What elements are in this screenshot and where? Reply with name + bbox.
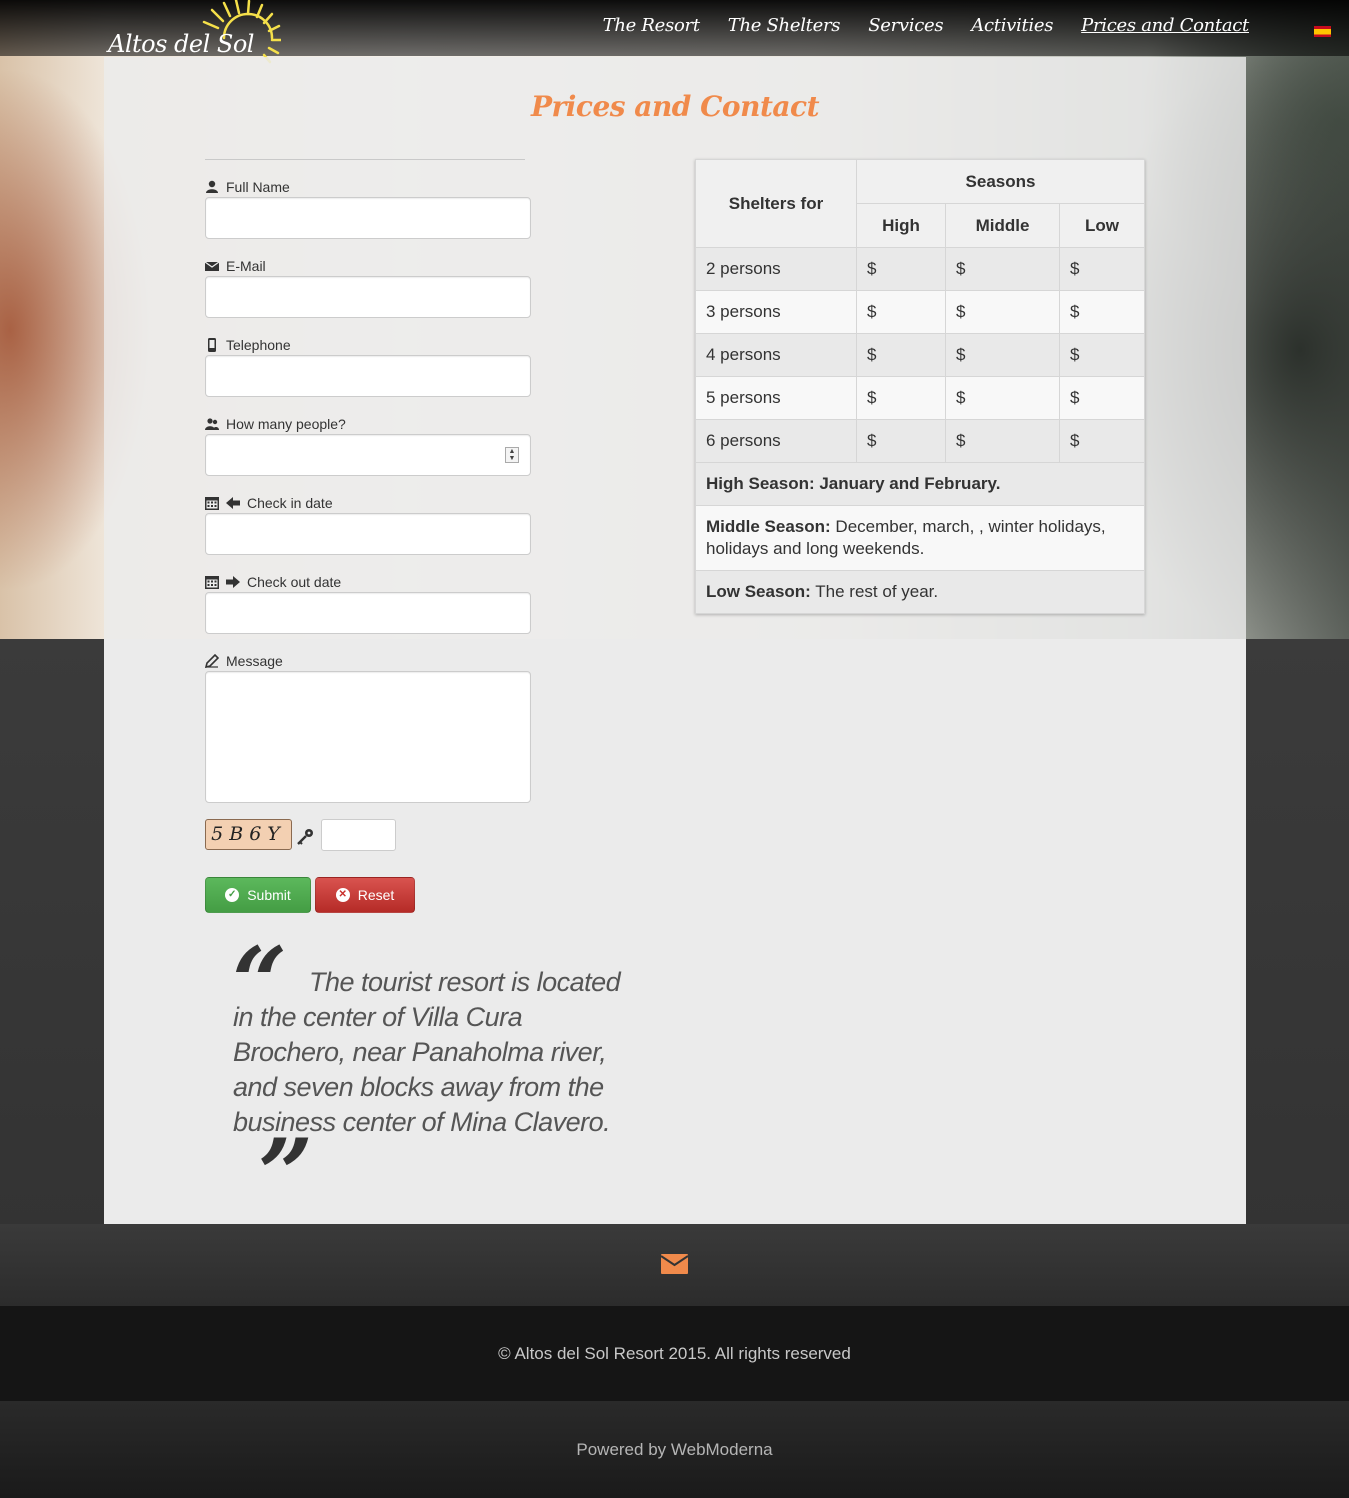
price-low: $ xyxy=(1059,333,1145,377)
price-middle: $ xyxy=(945,290,1060,334)
check-circle-icon: ✓ xyxy=(225,888,240,902)
table-row: 4 persons $ $ $ xyxy=(695,333,1145,377)
full-name-group: Full Name xyxy=(205,177,531,239)
main-nav: The Resort The Shelters Services Activit… xyxy=(603,10,1250,40)
arrow-left-icon xyxy=(226,497,240,509)
phone-icon xyxy=(208,338,216,352)
middle-season-note: Middle Season: December, march, , winter… xyxy=(695,505,1145,571)
people-input[interactable] xyxy=(205,434,531,476)
close-quote-icon: ” xyxy=(258,1118,314,1231)
col-low-header: Low xyxy=(1059,203,1145,248)
nav-item-resort[interactable]: The Resort xyxy=(603,15,700,36)
telephone-label: Telephone xyxy=(205,335,531,355)
row-label: 3 persons xyxy=(695,290,857,334)
message-label: Message xyxy=(205,651,531,671)
quote-text: The tourist resort is located in the cen… xyxy=(233,967,621,1137)
telephone-group: Telephone xyxy=(205,335,531,397)
captcha-input[interactable] xyxy=(321,819,396,851)
checkin-group: Check in date xyxy=(205,493,531,555)
full-name-label: Full Name xyxy=(205,177,531,197)
nav-item-shelters[interactable]: The Shelters xyxy=(728,15,841,36)
checkout-input[interactable] xyxy=(205,592,531,634)
message-group: Message xyxy=(205,651,531,803)
pencil-icon xyxy=(205,654,219,668)
price-middle: $ xyxy=(945,247,1060,291)
price-high: $ xyxy=(856,333,946,377)
middle-season-row: Middle Season: December, march, , winter… xyxy=(695,505,1145,571)
price-table: Shelters for Seasons High Middle Low 2 p… xyxy=(695,159,1145,614)
price-middle: $ xyxy=(945,376,1060,420)
envelope-icon xyxy=(205,261,219,271)
spanish-flag-icon[interactable] xyxy=(1314,26,1331,37)
email-group: E-Mail xyxy=(205,256,531,318)
price-high: $ xyxy=(856,247,946,291)
user-icon xyxy=(206,180,218,193)
price-high: $ xyxy=(856,419,946,463)
message-textarea[interactable] xyxy=(205,671,531,803)
people-group: How many people? ▲ ▼ xyxy=(205,414,531,476)
key-icon xyxy=(297,829,313,845)
email-input[interactable] xyxy=(205,276,531,318)
col-shelters-header: Shelters for xyxy=(695,159,857,248)
low-season-row: Low Season: The rest of year. xyxy=(695,570,1145,614)
row-label: 6 persons xyxy=(695,419,857,463)
price-low: $ xyxy=(1059,376,1145,420)
form-divider xyxy=(205,159,525,160)
checkin-label: Check in date xyxy=(205,493,531,513)
high-season-row: High Season: January and February. xyxy=(695,462,1145,506)
calendar-icon xyxy=(205,497,219,510)
submit-button[interactable]: ✓ Submit xyxy=(205,877,311,913)
full-name-input[interactable] xyxy=(205,197,531,239)
nav-item-services[interactable]: Services xyxy=(868,15,943,36)
row-label: 5 persons xyxy=(695,376,857,420)
checkin-input[interactable] xyxy=(205,513,531,555)
nav-item-prices-contact[interactable]: Prices and Contact xyxy=(1081,15,1249,36)
row-label: 2 persons xyxy=(695,247,857,291)
captcha-image: 5B6Y xyxy=(205,819,292,850)
col-middle-header: Middle xyxy=(945,203,1060,248)
table-row: 3 persons $ $ $ xyxy=(695,290,1145,334)
table-row: 6 persons $ $ $ xyxy=(695,419,1145,463)
telephone-input[interactable] xyxy=(205,355,531,397)
price-low: $ xyxy=(1059,419,1145,463)
checkout-label: Check out date xyxy=(205,572,531,592)
col-seasons-header: Seasons xyxy=(856,159,1145,204)
nav-item-activities[interactable]: Activities xyxy=(971,15,1053,36)
table-row: 5 persons $ $ $ xyxy=(695,376,1145,420)
row-label: 4 persons xyxy=(695,333,857,377)
price-low: $ xyxy=(1059,247,1145,291)
copyright-text: © Altos del Sol Resort 2015. All rights … xyxy=(498,1344,851,1363)
price-middle: $ xyxy=(945,419,1060,463)
page-title: Prices and Contact xyxy=(530,90,820,123)
checkout-group: Check out date xyxy=(205,572,531,634)
low-season-note: Low Season: The rest of year. xyxy=(695,570,1145,614)
reset-button[interactable]: ✕ Reset xyxy=(315,877,415,913)
price-high: $ xyxy=(856,290,946,334)
price-middle: $ xyxy=(945,333,1060,377)
envelope-icon[interactable] xyxy=(661,1254,688,1274)
group-icon xyxy=(205,418,219,430)
number-spinner[interactable]: ▲ ▼ xyxy=(505,447,519,463)
remove-circle-icon: ✕ xyxy=(335,888,350,902)
logo-text: Altos del Sol xyxy=(108,30,254,58)
calendar-icon xyxy=(205,576,219,589)
high-season-note: High Season: January and February. xyxy=(695,462,1145,506)
col-high-header: High xyxy=(856,203,946,248)
price-low: $ xyxy=(1059,290,1145,334)
price-high: $ xyxy=(856,376,946,420)
table-row: 2 persons $ $ $ xyxy=(695,247,1145,291)
email-label: E-Mail xyxy=(205,256,531,276)
arrow-right-icon xyxy=(226,576,240,588)
people-label: How many people? xyxy=(205,414,531,434)
powered-by-link[interactable]: Powered by WebModerna xyxy=(0,1440,1349,1460)
